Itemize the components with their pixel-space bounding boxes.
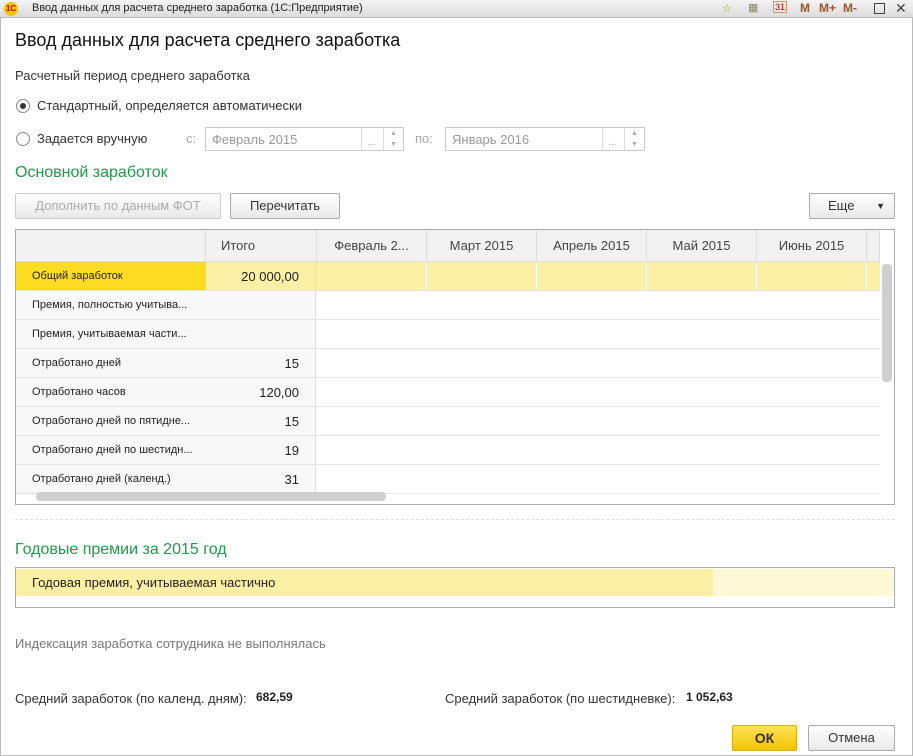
indexation-note: Индексация заработка сотрудника не выпол… — [15, 636, 326, 651]
cell-divider — [866, 262, 867, 290]
select-button[interactable]: ... — [361, 128, 381, 150]
earnings-table[interactable]: Итого Февраль 2... Март 2015 Апрель 2015… — [15, 229, 895, 505]
table-row[interactable]: Общий заработок 20 000,00 — [16, 262, 880, 291]
chevron-down-icon: ▼ — [876, 201, 885, 211]
cancel-button[interactable]: Отмена — [808, 725, 895, 751]
more-label: Еще — [828, 198, 855, 213]
spin-buttons[interactable]: ▲ ▼ — [383, 128, 403, 150]
row-total[interactable] — [206, 291, 316, 319]
more-button[interactable]: Еще ▼ — [809, 193, 895, 219]
row-total[interactable]: 120,00 — [206, 378, 316, 406]
ok-button[interactable]: ОК — [732, 725, 797, 751]
from-period-value: Февраль 2015 — [212, 132, 298, 147]
page-title: Ввод данных для расчета среднего заработ… — [15, 30, 401, 50]
radio-auto-label[interactable]: Стандартный, определяется автоматически — [37, 98, 302, 113]
row-name: Отработано дней (календ.) — [16, 465, 206, 493]
cell-divider — [536, 262, 537, 290]
radio-auto[interactable] — [16, 99, 30, 113]
title-bar: 1С Ввод данных для расчета среднего зара… — [0, 0, 913, 18]
bonuses-section-title: Годовые премии за 2015 год — [15, 541, 227, 558]
calculator-icon[interactable]: ▦ — [748, 1, 758, 14]
memory-plus-button[interactable]: M+ — [819, 1, 836, 15]
from-period-input[interactable]: Февраль 2015 ... ▲ ▼ — [205, 127, 404, 151]
table-row[interactable]: Отработано дней (календ.) 31 — [16, 465, 880, 494]
avg-sixday-value: 1 052,63 — [686, 690, 733, 704]
to-period-value: Январь 2016 — [452, 132, 530, 147]
favorite-icon[interactable]: ☆ — [722, 2, 732, 15]
row-name: Премия, учитываемая части... — [16, 320, 206, 348]
table-row[interactable]: Премия, учитываемая части... — [16, 320, 880, 349]
divider — [15, 519, 895, 520]
cell-divider — [646, 262, 647, 290]
row-total[interactable]: 31 — [206, 465, 316, 493]
calendar-icon[interactable]: 31 — [773, 1, 788, 13]
from-label: с: — [186, 131, 197, 146]
column-header-month[interactable]: Март 2015 — [427, 230, 537, 262]
table-row[interactable]: Отработано дней по шестидн... 19 — [16, 436, 880, 465]
row-total[interactable]: 19 — [206, 436, 316, 464]
column-header-month[interactable]: Май 2015 — [647, 230, 757, 262]
to-label: по: — [415, 131, 433, 146]
bonuses-table[interactable]: Годовая премия, учитываемая частично — [15, 567, 895, 608]
table-row[interactable]: Отработано часов 120,00 — [16, 378, 880, 407]
row-name: Общий заработок — [16, 262, 206, 290]
window-title: Ввод данных для расчета среднего заработ… — [32, 2, 363, 14]
reread-button[interactable]: Перечитать — [230, 193, 340, 219]
main-section-title: Основной заработок — [15, 164, 168, 181]
table-row[interactable]: Отработано дней по пятидне... 15 — [16, 407, 880, 436]
row-total[interactable]: 15 — [206, 407, 316, 435]
maximize-icon[interactable] — [874, 3, 885, 14]
column-header-more — [867, 230, 880, 262]
table-row[interactable]: Отработано дней 15 — [16, 349, 880, 378]
column-header-month[interactable]: Февраль 2... — [317, 230, 427, 262]
memory-m-button[interactable]: M — [800, 1, 810, 15]
column-header-month[interactable]: Июнь 2015 — [757, 230, 867, 262]
table-cell[interactable] — [713, 569, 894, 596]
table-row[interactable]: Премия, полностью учитыва... — [16, 291, 880, 320]
column-header-total[interactable]: Итого — [206, 230, 317, 262]
cell-divider — [426, 262, 427, 290]
period-label: Расчетный период среднего заработка — [15, 68, 250, 83]
avg-calendar-value: 682,59 — [256, 690, 293, 704]
app-logo-icon: 1С — [4, 2, 18, 16]
column-header-name[interactable] — [16, 230, 206, 262]
radio-manual-label[interactable]: Задается вручную — [37, 131, 147, 146]
fill-from-payroll-button[interactable]: Дополнить по данным ФОТ — [15, 193, 221, 219]
row-name: Отработано дней по пятидне... — [16, 407, 206, 435]
row-total[interactable]: 20 000,00 — [206, 262, 316, 290]
row-name: Отработано часов — [16, 378, 206, 406]
avg-calendar-label: Средний заработок (по календ. дням): — [15, 691, 247, 706]
select-button[interactable]: ... — [602, 128, 622, 150]
radio-manual[interactable] — [16, 132, 30, 146]
spin-buttons[interactable]: ▲ ▼ — [624, 128, 644, 150]
column-header-month[interactable]: Апрель 2015 — [537, 230, 647, 262]
memory-minus-button[interactable]: M- — [843, 1, 857, 15]
row-name: Премия, полностью учитыва... — [16, 291, 206, 319]
table-row[interactable]: Годовая премия, учитываемая частично — [16, 569, 713, 596]
cell-divider — [756, 262, 757, 290]
vertical-scrollbar[interactable] — [882, 264, 892, 382]
close-icon[interactable]: ✕ — [895, 0, 907, 17]
row-total[interactable]: 15 — [206, 349, 316, 377]
horizontal-scrollbar[interactable] — [36, 492, 386, 501]
avg-sixday-label: Средний заработок (по шестидневке): — [445, 691, 676, 706]
row-name: Отработано дней по шестидн... — [16, 436, 206, 464]
row-total[interactable] — [206, 320, 316, 348]
row-name: Отработано дней — [16, 349, 206, 377]
to-period-input[interactable]: Январь 2016 ... ▲ ▼ — [445, 127, 645, 151]
